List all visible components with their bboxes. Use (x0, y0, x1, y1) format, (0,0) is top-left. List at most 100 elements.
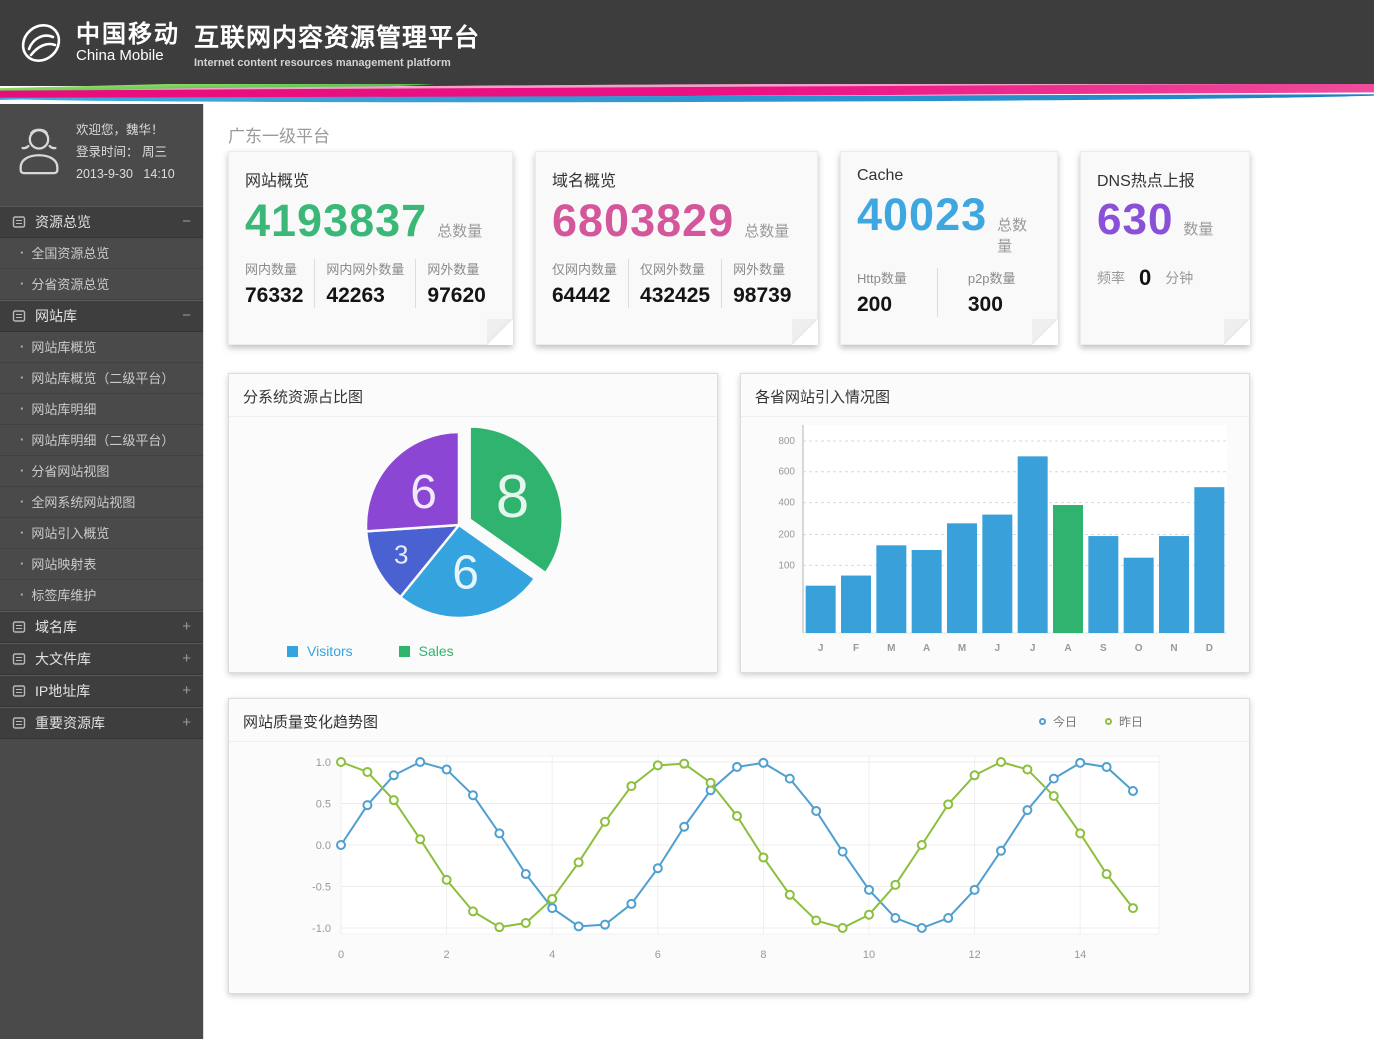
pie-chart: 8636 (229, 417, 717, 634)
section-label: 重要资源库 (35, 713, 105, 733)
sidebar-item-province-overview[interactable]: 分省资源总览 (0, 269, 203, 300)
login-label: 登录时间： (76, 145, 139, 159)
svg-text:8: 8 (760, 949, 766, 961)
card-stat: 网外数量 97620 (415, 259, 496, 308)
svg-text:M: M (887, 643, 895, 654)
legend-item-visitors[interactable]: Visitors (287, 643, 353, 659)
svg-text:-0.5: -0.5 (312, 882, 331, 894)
brand-text: 中国移动 China Mobile (76, 22, 180, 65)
sidebar-item[interactable]: 全网系统网站视图 (0, 487, 203, 518)
list-icon (12, 215, 26, 229)
card-title: 网站概览 (245, 167, 496, 191)
frequency-row: 频率 0 分钟 (1097, 265, 1233, 291)
card-stat: Http数量 200 (857, 268, 937, 317)
sidebar-section-website-library[interactable]: 网站库 − (0, 300, 203, 332)
login-day: 周三 (142, 145, 167, 159)
sidebar-section-bigfile-library[interactable]: 大文件库 + (0, 643, 203, 675)
section-label: 域名库 (35, 617, 77, 637)
expand-icon[interactable]: + (182, 714, 191, 731)
sidebar-item[interactable]: 网站映射表 (0, 549, 203, 580)
panel-title: 各省网站引入情况图 (755, 386, 890, 407)
ribbon-green-stripe (0, 84, 510, 98)
card-big-label: 数量 (1183, 218, 1213, 239)
svg-text:14: 14 (1074, 949, 1086, 961)
card-stat: 网外数量 98739 (721, 259, 802, 308)
svg-text:D: D (1206, 643, 1213, 654)
svg-text:2: 2 (444, 949, 450, 961)
legend-marker (1105, 718, 1112, 725)
panel-title: 网站质量变化趋势图 (243, 711, 378, 732)
section-label: IP地址库 (35, 681, 90, 701)
ribbon-blue-stripe (0, 94, 1374, 104)
card-stat: 网内数量 76332 (245, 259, 314, 308)
welcome-text: 欢迎您，魏华！ (76, 120, 175, 142)
card-big-label: 总数量 (997, 214, 1041, 256)
sidebar-section-ip-library[interactable]: IP地址库 + (0, 675, 203, 707)
legend-item-sales[interactable]: Sales (399, 643, 454, 659)
card-big-number: 40023 (857, 189, 987, 241)
line-legend: 今日 昨日 (1039, 713, 1143, 730)
svg-text:6: 6 (655, 949, 661, 961)
svg-text:0: 0 (338, 949, 344, 961)
sidebar-item[interactable]: 网站库明细 (0, 394, 203, 425)
sidebar-item[interactable]: 标签库维护 (0, 580, 203, 611)
collapse-icon[interactable]: − (182, 307, 191, 324)
sidebar-item[interactable]: 网站引入概览 (0, 518, 203, 549)
card-cache: Cache 40023 总数量 Http数量 200 p2p数量 300 (840, 151, 1058, 345)
app-subtitle: Internet content resources management pl… (194, 57, 480, 69)
pie-legend: Visitors Sales (287, 643, 454, 659)
sidebar: 欢迎您，魏华！ 登录时间： 周三 2013-9-30 14:10 资源总览 − … (0, 104, 204, 1039)
sidebar-item[interactable]: 分省网站视图 (0, 456, 203, 487)
sidebar-item[interactable]: 网站库明细（二级平台） (0, 425, 203, 456)
svg-text:600: 600 (778, 467, 795, 478)
list-icon (12, 716, 26, 730)
sidebar-section-resource-overview[interactable]: 资源总览 − (0, 206, 203, 238)
line-chart: -1.0-0.50.00.51.002468101214 (229, 742, 1249, 989)
card-title: DNS热点上报 (1097, 167, 1233, 191)
legend-item-yesterday[interactable]: 昨日 (1105, 713, 1143, 730)
dashboard-page: 中国移动 China Mobile 互联网内容资源管理平台 Internet c… (0, 0, 1374, 1039)
svg-text:J: J (1030, 643, 1036, 654)
svg-text:-1.0: -1.0 (312, 923, 331, 935)
china-mobile-logo (16, 18, 66, 68)
legend-swatch (287, 646, 298, 657)
ribbon-pink-stripe (0, 84, 1374, 100)
sidebar-item[interactable]: 网站库概览（二级平台） (0, 363, 203, 394)
svg-text:6: 6 (452, 547, 479, 600)
svg-text:J: J (818, 643, 824, 654)
list-icon (12, 309, 26, 323)
card-big-number: 6803829 (552, 195, 734, 247)
login-label-line: 登录时间： 周三 (76, 142, 175, 164)
svg-text:J: J (995, 643, 1001, 654)
svg-text:0.5: 0.5 (316, 799, 331, 811)
sidebar-item[interactable]: 网站库概览 (0, 332, 203, 363)
card-title: 域名概览 (552, 167, 801, 191)
svg-text:400: 400 (778, 498, 795, 509)
avatar (12, 120, 66, 178)
list-icon (12, 684, 26, 698)
expand-icon[interactable]: + (182, 650, 191, 667)
list-icon (12, 652, 26, 666)
app-header: 中国移动 China Mobile 互联网内容资源管理平台 Internet c… (0, 0, 1374, 86)
sidebar-section-domain-library[interactable]: 域名库 + (0, 611, 203, 643)
svg-text:F: F (853, 643, 859, 654)
card-stat: 仅网内数量 64442 (552, 259, 628, 308)
app-title: 互联网内容资源管理平台 (194, 18, 480, 54)
sidebar-item-national-overview[interactable]: 全国资源总览 (0, 238, 203, 269)
card-dns-hotspot: DNS热点上报 630 数量 频率 0 分钟 (1080, 151, 1250, 345)
card-website-overview: 网站概览 4193837 总数量 网内数量 76332 网内网外数量 42263 (228, 151, 513, 345)
card-big-number: 630 (1097, 195, 1173, 245)
sidebar-section-important-resources[interactable]: 重要资源库 + (0, 707, 203, 739)
section-label: 大文件库 (35, 649, 91, 669)
bar-chart: 100200400600800JFMAMJJASOND (741, 417, 1249, 676)
card-title: Cache (857, 167, 1041, 185)
expand-icon[interactable]: + (182, 618, 191, 635)
expand-icon[interactable]: + (182, 682, 191, 699)
legend-item-today[interactable]: 今日 (1039, 713, 1077, 730)
legend-swatch (399, 646, 410, 657)
collapse-icon[interactable]: − (182, 213, 191, 230)
svg-text:M: M (958, 643, 966, 654)
svg-text:200: 200 (778, 530, 795, 541)
svg-text:A: A (923, 643, 930, 654)
pie-chart-panel: 分系统资源占比图 8636 Visitors Sales (228, 373, 718, 673)
